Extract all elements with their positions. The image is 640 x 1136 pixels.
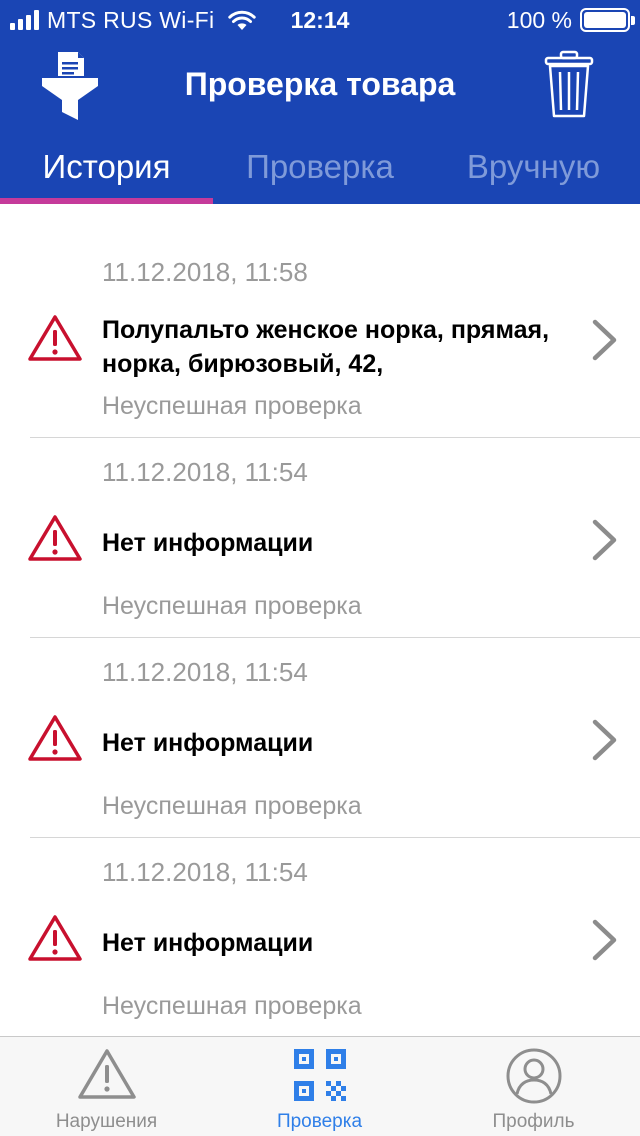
tabbar-label: Нарушения	[55, 1111, 158, 1132]
tabbar-label: Проверка	[276, 1111, 363, 1132]
warning-icon	[28, 915, 82, 961]
header: MTS RUS Wi-Fi 12:14 100 % Проверка товар…	[0, 0, 640, 204]
tabbar-item-profile[interactable]: Профиль	[427, 1037, 640, 1136]
tab-manual[interactable]: Вручную	[427, 136, 640, 198]
item-date: 11.12.2018, 11:54	[102, 457, 308, 487]
list-item[interactable]: 11.12.2018, 11:54 Нет информации Неуспеш…	[0, 838, 640, 1036]
item-date: 11.12.2018, 11:58	[102, 257, 308, 287]
list-item[interactable]: 11.12.2018, 11:58 Полупальто женское нор…	[0, 238, 640, 438]
qr-code-icon	[293, 1049, 346, 1101]
tabbar-item-check[interactable]: Проверка	[213, 1037, 426, 1136]
battery-percent: 100 %	[506, 6, 572, 33]
status-bar: MTS RUS Wi-Fi 12:14 100 %	[0, 0, 640, 40]
chevron-right-icon	[592, 719, 617, 761]
item-title: Полупальто женское норка, прямая, норка,…	[102, 316, 550, 378]
warning-icon	[28, 515, 82, 561]
chevron-right-icon	[592, 919, 617, 961]
wifi-icon	[228, 10, 257, 30]
item-status: Неуспешная проверка	[102, 592, 362, 620]
list-item[interactable]: 11.12.2018, 11:54 Нет информации Неуспеш…	[0, 438, 640, 638]
profile-icon	[506, 1048, 561, 1104]
tab-history[interactable]: История	[0, 136, 213, 198]
item-status: Неуспешная проверка	[102, 392, 362, 420]
item-status: Неуспешная проверка	[102, 792, 362, 820]
navigation-bar: Проверка товара	[0, 40, 640, 136]
warning-icon	[28, 715, 82, 761]
item-title: Нет информации	[102, 929, 314, 957]
chevron-right-icon	[592, 519, 617, 561]
battery-fill	[584, 12, 626, 28]
battery-tip	[631, 16, 635, 25]
item-date: 11.12.2018, 11:54	[102, 657, 308, 687]
filter-document-icon[interactable]	[40, 50, 100, 122]
status-right: 100 %	[506, 6, 635, 34]
trash-icon[interactable]	[544, 50, 594, 118]
list-item[interactable]: 11.12.2018, 11:54 Нет информации Неуспеш…	[0, 638, 640, 838]
chevron-right-icon	[592, 319, 617, 361]
top-tabs: История Проверка Вручную	[0, 136, 640, 204]
item-title: Нет информации	[102, 729, 314, 757]
tabbar-label: Профиль	[492, 1111, 575, 1132]
tabbar-item-violations[interactable]: Нарушения	[0, 1037, 213, 1136]
tab-check[interactable]: Проверка	[213, 136, 427, 198]
carrier-name: MTS RUS Wi-Fi	[47, 6, 215, 33]
clock: 12:14	[290, 7, 350, 33]
item-title: Нет информации	[102, 529, 314, 557]
bottom-tab-bar: Нарушения Проверка Профиль	[0, 1036, 640, 1136]
status-left: MTS RUS Wi-Fi	[10, 6, 257, 34]
battery-icon	[580, 8, 635, 32]
cellular-signal-icon	[10, 10, 39, 30]
history-list: 11.12.2018, 11:58 Полупальто женское нор…	[0, 204, 640, 1036]
warning-icon	[28, 315, 82, 361]
item-date: 11.12.2018, 11:54	[102, 857, 308, 887]
item-status: Неуспешная проверка	[102, 992, 362, 1020]
warning-icon	[77, 1049, 136, 1099]
